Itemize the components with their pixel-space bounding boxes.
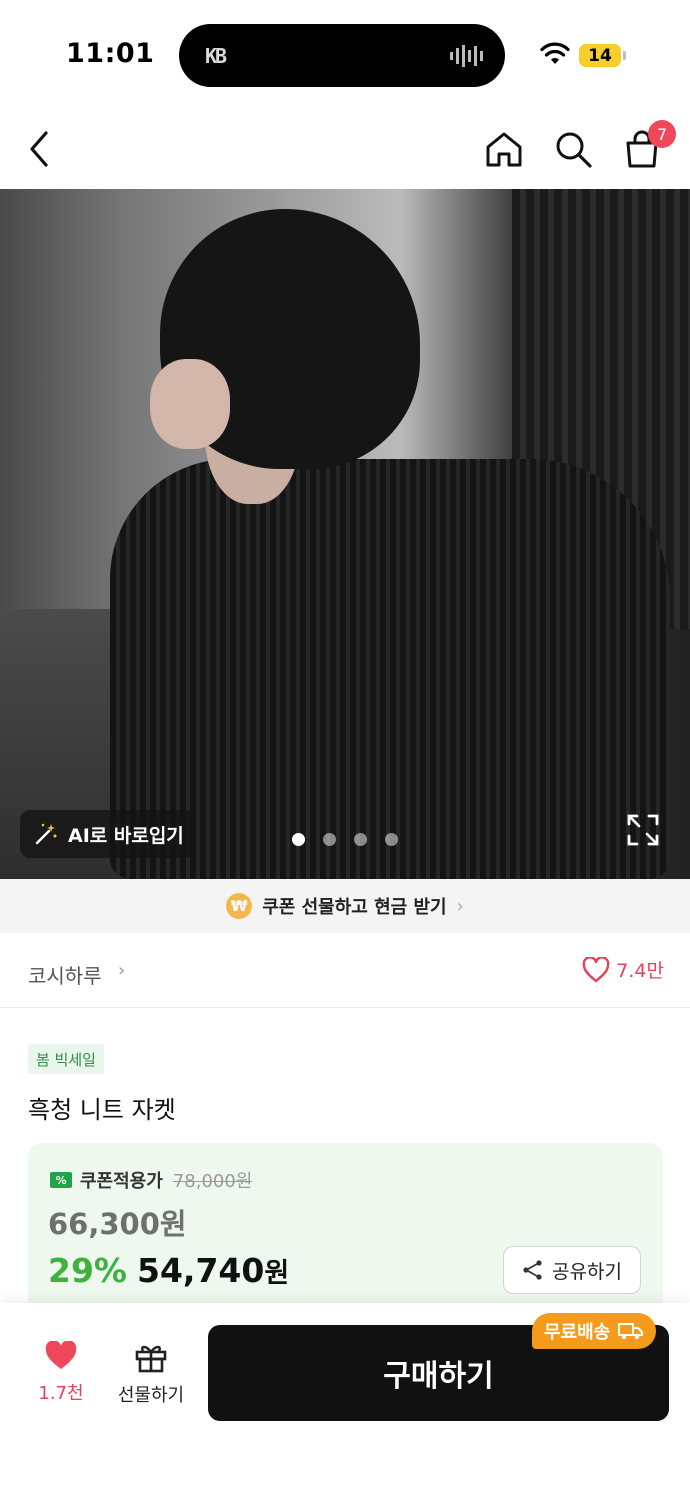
brand-like-count: 7.4만 — [616, 960, 664, 982]
battery-indicator: 14 — [579, 44, 621, 67]
coupon-price-label: 쿠폰적용가 — [80, 1171, 163, 1192]
carousel-dot[interactable] — [385, 833, 398, 846]
home-button[interactable] — [481, 126, 527, 172]
app-logo-icon: KB — [204, 44, 227, 68]
brand-name-link[interactable]: 코시하루 — [28, 960, 102, 989]
carousel-indicator — [292, 833, 398, 846]
chevron-right-icon: › — [456, 895, 464, 917]
final-price-number: 54,740 — [137, 1251, 265, 1290]
free-shipping-label: 무료배송 — [544, 1322, 611, 1343]
audio-wave-icon — [450, 45, 483, 67]
dynamic-island: KB — [179, 24, 505, 87]
gift-button[interactable]: 선물하기 — [111, 1341, 191, 1407]
carousel-dot[interactable] — [354, 833, 367, 846]
final-price-unit: 원 — [264, 1258, 290, 1289]
coupon-gift-banner[interactable]: ₩ 쿠폰 선물하고 현금 받기 › — [0, 879, 690, 933]
coupon-gift-label: 쿠폰 선물하고 현금 받기 — [262, 897, 447, 918]
carousel-dot[interactable] — [292, 833, 305, 846]
gift-label: 선물하기 — [117, 1385, 185, 1406]
cart-count-badge: 7 — [648, 120, 676, 148]
share-label: 공유하기 — [552, 1260, 622, 1283]
brand-row: 코시하루 › 7.4만 — [0, 934, 690, 1008]
back-icon — [30, 131, 48, 167]
gift-icon — [135, 1345, 167, 1373]
heart-outline-icon — [582, 956, 610, 982]
ai-try-on-button[interactable]: AI로 바로입기 — [20, 810, 194, 858]
discount-rate: 29% — [48, 1251, 127, 1290]
truck-icon — [618, 1323, 644, 1340]
won-coin-icon: ₩ — [226, 893, 253, 919]
like-button[interactable]: 1.7천 — [21, 1341, 101, 1405]
buy-label: 구매하기 — [383, 1359, 494, 1394]
home-icon — [486, 132, 522, 167]
model-hand — [150, 359, 230, 449]
product-image-carousel[interactable]: AI로 바로입기 — [0, 189, 690, 879]
magic-wand-icon — [35, 823, 57, 845]
ai-try-on-label: AI로 바로입기 — [68, 824, 184, 847]
heart-filled-icon — [45, 1341, 77, 1369]
search-button[interactable] — [550, 126, 596, 172]
final-price: 54,740원 — [137, 1251, 289, 1290]
coupon-price-row: % 쿠폰적용가 78,000원 — [50, 1167, 252, 1193]
bottom-action-bar: 1.7천 선물하기 구매하기 무료배송 — [0, 1303, 690, 1500]
wifi-icon — [540, 42, 570, 64]
intermediate-price: 66,300원 — [48, 1207, 187, 1241]
expand-icon[interactable] — [626, 813, 660, 847]
battery-cap — [623, 51, 626, 60]
brand-like-button[interactable]: 7.4만 — [582, 956, 664, 983]
share-button[interactable]: 공유하기 — [503, 1246, 641, 1294]
model-jacket — [110, 459, 670, 879]
final-price-row: 29% 54,740원 — [48, 1251, 289, 1290]
back-button[interactable] — [18, 126, 64, 172]
chevron-right-icon: › — [118, 960, 126, 981]
status-bar: 11:01 KB 14 — [0, 0, 690, 100]
search-icon — [556, 132, 592, 168]
price-box: % 쿠폰적용가 78,000원 66,300원 29% 54,740원 공유하기 — [28, 1143, 663, 1323]
like-count: 1.7천 — [38, 1383, 84, 1404]
original-price: 78,000원 — [172, 1171, 253, 1192]
product-title: 흑청 니트 자켓 — [28, 1096, 176, 1124]
top-nav — [0, 110, 690, 188]
coupon-ticket-icon: % — [50, 1172, 72, 1188]
status-time: 11:01 — [66, 38, 155, 69]
free-shipping-badge: 무료배송 — [532, 1313, 657, 1349]
share-icon — [523, 1260, 542, 1280]
sale-tag: 봄 빅세일 — [28, 1044, 104, 1074]
carousel-dot[interactable] — [323, 833, 336, 846]
